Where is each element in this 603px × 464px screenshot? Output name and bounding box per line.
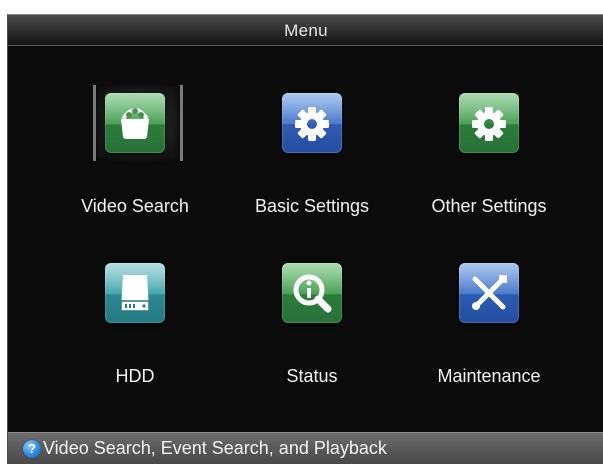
icon-container xyxy=(459,93,519,153)
menu-item-hdd[interactable]: HDD xyxy=(50,263,220,413)
icon-container xyxy=(105,263,165,323)
menu-item-status[interactable]: Status xyxy=(227,263,397,413)
icon-container xyxy=(93,85,183,161)
menu-item-label: Video Search xyxy=(81,196,189,216)
status-bar: ? Video Search, Event Search, and Playba… xyxy=(8,432,603,464)
menu-item-other-settings[interactable]: Other Settings xyxy=(404,93,574,243)
menu-item-label: Maintenance xyxy=(437,366,541,386)
menu-item-basic-settings[interactable]: Basic Settings xyxy=(227,93,397,243)
menu-item-label: Basic Settings xyxy=(254,196,370,216)
window-title: Menu xyxy=(284,21,328,40)
video-search-icon xyxy=(105,93,165,153)
status-magnifier-icon xyxy=(282,263,342,323)
status-text: Video Search, Event Search, and Playback xyxy=(43,438,387,458)
help-icon: ? xyxy=(23,439,41,458)
menu-item-maintenance[interactable]: Maintenance xyxy=(404,263,574,413)
menu-item-video-search[interactable]: Video Search xyxy=(50,85,220,243)
gear-icon xyxy=(282,93,342,153)
icon-container xyxy=(282,93,342,153)
menu-item-label: Other Settings xyxy=(431,196,547,216)
menu-window: Menu Video Search Basic Settings Other S… xyxy=(7,14,603,464)
menu-item-label: Status xyxy=(286,366,338,386)
menu-item-label: HDD xyxy=(115,366,155,386)
tools-icon xyxy=(459,263,519,323)
gear-icon xyxy=(459,93,519,153)
icon-container xyxy=(282,263,342,323)
hdd-icon xyxy=(105,263,165,323)
icon-container xyxy=(459,263,519,323)
title-bar: Menu xyxy=(8,15,603,46)
